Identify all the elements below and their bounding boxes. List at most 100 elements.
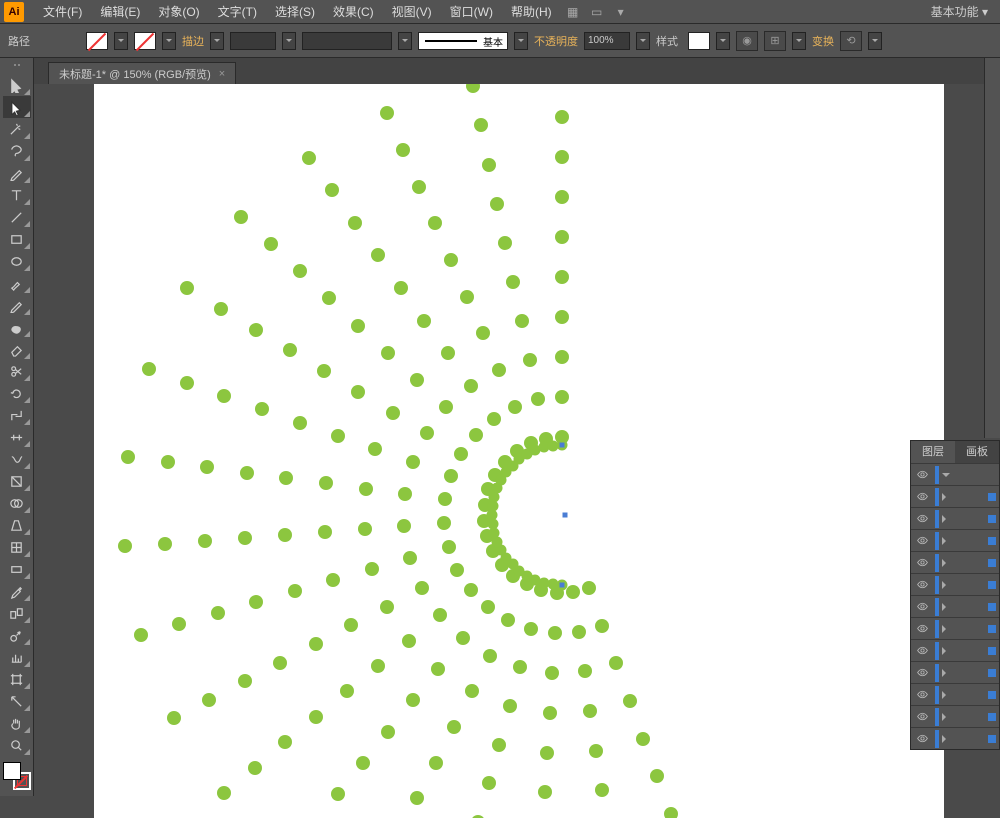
document-tab[interactable]: 未标题-1* @ 150% (RGB/预览) × <box>48 62 236 84</box>
visibility-icon[interactable] <box>911 508 933 530</box>
style-dd[interactable] <box>716 32 730 50</box>
visibility-icon[interactable] <box>911 640 933 662</box>
stroke-weight-dd[interactable] <box>282 32 296 50</box>
layer-row[interactable] <box>911 551 999 573</box>
tool-graph[interactable] <box>3 646 31 668</box>
menu-7[interactable]: 窗口(W) <box>441 0 502 24</box>
stroke-dd[interactable] <box>162 32 176 50</box>
layer-row[interactable] <box>911 529 999 551</box>
tab-layers[interactable]: 图层 <box>911 441 955 463</box>
layer-row[interactable] <box>911 661 999 683</box>
brush-def[interactable]: 基本 <box>418 32 508 50</box>
visibility-icon[interactable] <box>911 618 933 640</box>
tool-wand[interactable] <box>3 118 31 140</box>
var-width-field[interactable] <box>302 32 392 50</box>
layer-row[interactable] <box>911 573 999 595</box>
tool-width[interactable] <box>3 426 31 448</box>
tool-line[interactable] <box>3 206 31 228</box>
tool-eraser[interactable] <box>3 338 31 360</box>
tool-blob[interactable] <box>3 316 31 338</box>
tool-type[interactable] <box>3 184 31 206</box>
layer-row[interactable] <box>911 463 999 485</box>
layer-row[interactable] <box>911 485 999 507</box>
tool-rect[interactable] <box>3 228 31 250</box>
tool-brush[interactable] <box>3 272 31 294</box>
visibility-icon[interactable] <box>911 574 933 596</box>
isolate-icon[interactable]: ⟲ <box>840 31 862 51</box>
panel-dock[interactable] <box>984 58 1000 438</box>
visibility-icon[interactable] <box>911 464 933 486</box>
visibility-icon[interactable] <box>911 684 933 706</box>
tool-warp[interactable] <box>3 448 31 470</box>
canvas-area[interactable] <box>34 84 1000 818</box>
tool-scale[interactable] <box>3 404 31 426</box>
close-icon[interactable]: × <box>219 68 225 80</box>
tool-free-transform[interactable] <box>3 470 31 492</box>
layer-row[interactable] <box>911 639 999 661</box>
tool-zoom[interactable] <box>3 734 31 756</box>
tool-selection[interactable] <box>3 74 31 96</box>
layer-row[interactable] <box>911 727 999 749</box>
tool-perspective[interactable] <box>3 514 31 536</box>
menu-6[interactable]: 视图(V) <box>383 0 441 24</box>
menu-4[interactable]: 选择(S) <box>266 0 324 24</box>
tool-hand[interactable] <box>3 712 31 734</box>
fill-dd[interactable] <box>114 32 128 50</box>
arrange-dd[interactable]: ▾ <box>609 2 633 22</box>
visibility-icon[interactable] <box>911 530 933 552</box>
tool-artboard[interactable] <box>3 668 31 690</box>
stroke-weight-field[interactable] <box>230 32 276 50</box>
visibility-icon[interactable] <box>911 552 933 574</box>
layer-row[interactable] <box>911 507 999 529</box>
tab-artboards[interactable]: 画板 <box>955 441 999 463</box>
style-swatch[interactable] <box>688 32 710 50</box>
layers-panel[interactable]: 图层 画板 <box>910 440 1000 750</box>
transform-label[interactable]: 变换 <box>812 33 834 49</box>
visibility-icon[interactable] <box>911 596 933 618</box>
align-icon[interactable]: ⊞ <box>764 31 786 51</box>
fill-swatch[interactable] <box>86 32 108 50</box>
tool-scissors[interactable] <box>3 360 31 382</box>
align-dd[interactable] <box>792 32 806 50</box>
visibility-icon[interactable] <box>911 486 933 508</box>
tool-rotate[interactable] <box>3 382 31 404</box>
tool-slice[interactable] <box>3 690 31 712</box>
tool-pencil[interactable] <box>3 294 31 316</box>
menu-0[interactable]: 文件(F) <box>34 0 91 24</box>
layer-row[interactable] <box>911 683 999 705</box>
layer-row[interactable] <box>911 705 999 727</box>
visibility-icon[interactable] <box>911 662 933 684</box>
layer-row[interactable] <box>911 617 999 639</box>
tool-mesh[interactable] <box>3 536 31 558</box>
menu-5[interactable]: 效果(C) <box>324 0 383 24</box>
tool-gradient[interactable] <box>3 558 31 580</box>
tool-direct-select[interactable] <box>3 96 31 118</box>
menu-1[interactable]: 编辑(E) <box>91 0 149 24</box>
opacity-dd[interactable] <box>636 32 650 50</box>
artboard[interactable] <box>94 84 944 818</box>
isolate-dd[interactable] <box>868 32 882 50</box>
fill-stroke-indicator[interactable] <box>3 762 31 790</box>
tool-shape-builder[interactable] <box>3 492 31 514</box>
opacity-field[interactable]: 100% <box>584 32 630 50</box>
tool-lasso[interactable] <box>3 140 31 162</box>
tool-ellipse[interactable] <box>3 250 31 272</box>
tool-symbol-spray[interactable] <box>3 624 31 646</box>
var-width-dd[interactable] <box>398 32 412 50</box>
bridge-icon[interactable]: ▦ <box>561 2 585 22</box>
tool-eyedropper[interactable] <box>3 580 31 602</box>
workspace-switcher[interactable]: 基本功能 ▾ <box>923 3 996 20</box>
visibility-icon[interactable] <box>911 706 933 728</box>
visibility-icon[interactable] <box>911 728 933 750</box>
recolor-icon[interactable]: ◉ <box>736 31 758 51</box>
arrange-icon[interactable]: ▭ <box>585 2 609 22</box>
tool-pen[interactable] <box>3 162 31 184</box>
menu-3[interactable]: 文字(T) <box>209 0 266 24</box>
tool-blend[interactable] <box>3 602 31 624</box>
layer-row[interactable] <box>911 595 999 617</box>
stroke-dd2[interactable] <box>210 32 224 50</box>
menu-2[interactable]: 对象(O) <box>149 0 208 24</box>
stroke-swatch[interactable] <box>134 32 156 50</box>
menu-8[interactable]: 帮助(H) <box>502 0 561 24</box>
brush-dd[interactable] <box>514 32 528 50</box>
